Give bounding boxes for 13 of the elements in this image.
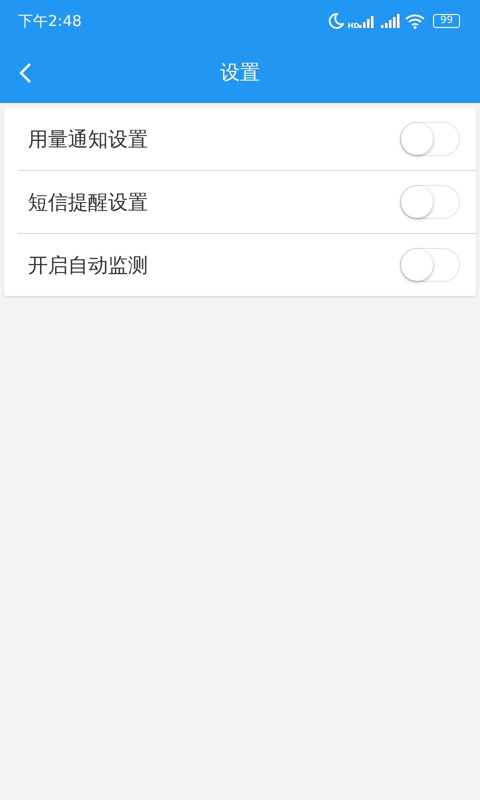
toggle-switch[interactable] [400, 248, 460, 282]
signal-icon [381, 14, 402, 28]
battery-icon: 99 [433, 14, 460, 28]
back-icon [18, 62, 32, 84]
setting-label: 开启自动监测 [28, 252, 148, 278]
moon-icon [328, 13, 344, 29]
toggle-switch[interactable] [400, 122, 460, 156]
toggle-switch[interactable] [400, 185, 460, 219]
wifi-icon [405, 14, 426, 28]
status-time: 下午2:48 [18, 12, 82, 30]
setting-label: 用量通知设置 [28, 126, 148, 152]
setting-label: 短信提醒设置 [28, 188, 148, 216]
page-title: 设置 [220, 59, 260, 86]
